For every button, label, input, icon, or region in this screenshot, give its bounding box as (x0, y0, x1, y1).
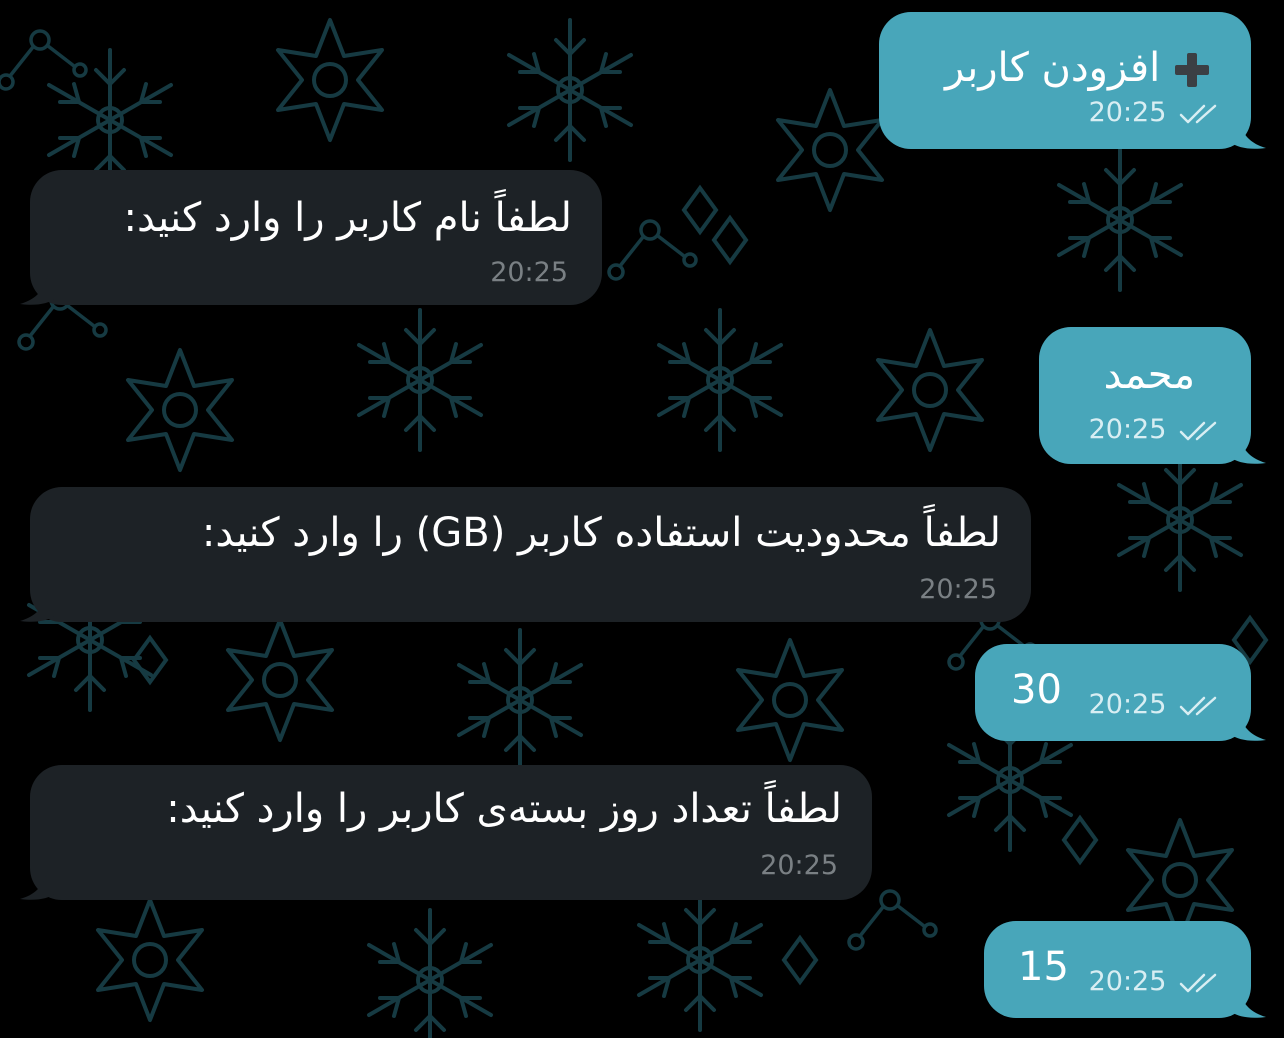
double-check-icon (1179, 973, 1217, 992)
message-text: لطفاً نام کاربر را وارد کنید: (123, 195, 572, 241)
message-time: 20:25 (1088, 689, 1167, 720)
double-check-icon (1179, 696, 1217, 715)
message-text: 15 (1018, 944, 1069, 990)
message-text: محمد (1103, 352, 1195, 398)
message-time: 20:25 (1088, 97, 1167, 128)
message-time: 20:25 (919, 574, 997, 605)
outgoing-message[interactable]: 15 20:25 (984, 921, 1251, 1018)
message-time: 20:25 (490, 257, 568, 288)
message-time: 20:25 (1088, 966, 1167, 997)
outgoing-message[interactable]: افزودن کاربر 20:25 (879, 12, 1251, 149)
incoming-message[interactable]: لطفاً تعداد روز بسته‌ی کاربر را وارد کنی… (30, 765, 872, 900)
message-time: 20:25 (760, 850, 838, 881)
message-time: 20:25 (1088, 414, 1167, 445)
message-text: 30 (1011, 667, 1062, 713)
incoming-message[interactable]: لطفاً نام کاربر را وارد کنید: 20:25 (30, 170, 602, 305)
bubble-tail (20, 869, 56, 900)
message-text: لطفاً محدودیت استفاده کاربر (GB) را وارد… (201, 510, 1001, 556)
bubble-tail (1230, 118, 1266, 149)
bubble-tail (1230, 710, 1266, 741)
bubble-tail (1230, 433, 1266, 464)
double-check-icon (1179, 421, 1217, 440)
double-check-icon (1179, 104, 1217, 123)
outgoing-message[interactable]: محمد 20:25 (1039, 327, 1251, 464)
bubble-tail (1230, 987, 1266, 1018)
message-text: افزودن کاربر (945, 45, 1161, 91)
plus-icon (1173, 51, 1211, 89)
bubble-tail (20, 591, 56, 622)
incoming-message[interactable]: لطفاً محدودیت استفاده کاربر (GB) را وارد… (30, 487, 1031, 622)
outgoing-message[interactable]: 30 20:25 (975, 644, 1251, 741)
bubble-tail (20, 274, 56, 305)
message-text: لطفاً تعداد روز بسته‌ی کاربر را وارد کنی… (166, 786, 842, 832)
